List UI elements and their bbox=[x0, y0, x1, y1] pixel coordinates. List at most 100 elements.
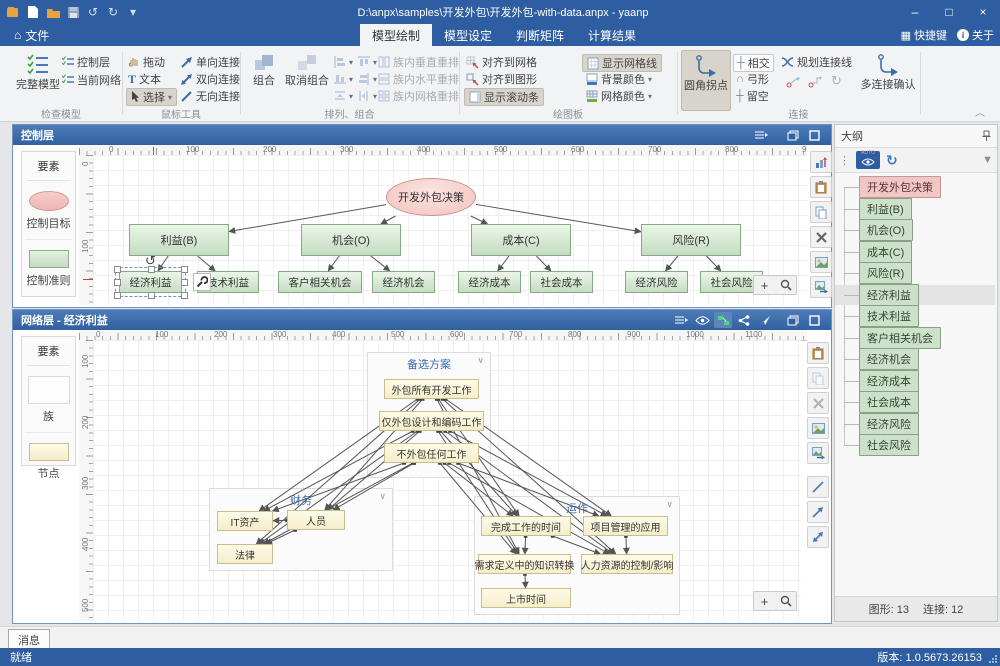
grid-color-button[interactable]: 网格颜色▾ bbox=[586, 88, 652, 104]
outline-item[interactable]: 利益(B) bbox=[835, 199, 995, 219]
outline-item[interactable]: 机会(O) bbox=[835, 220, 995, 240]
snap-to-shape-button[interactable]: 对齐到图形 bbox=[466, 71, 537, 87]
link-style-1-button[interactable] bbox=[786, 73, 802, 89]
cross-intersect-button[interactable]: ┼ 相交 bbox=[733, 54, 774, 72]
diagram-node-fa[interactable]: 法律 bbox=[217, 544, 273, 564]
chevron-down-icon[interactable]: ∨ bbox=[379, 491, 386, 502]
diagram-node-goal[interactable]: 开发外包决策 bbox=[386, 178, 476, 216]
selection-handle[interactable] bbox=[181, 292, 188, 299]
diagram-node-kh[interactable]: 客户相关机会 bbox=[278, 271, 362, 293]
show-gridlines-button[interactable]: 显示网格线 bbox=[582, 54, 662, 72]
draw-line-icon[interactable] bbox=[807, 476, 829, 498]
ungroup-button[interactable]: 取消组合 bbox=[284, 50, 330, 109]
auto-eye-button[interactable]: AUTO bbox=[856, 151, 880, 169]
group-button[interactable]: 组合 bbox=[246, 50, 282, 109]
about-button[interactable]: i 关于 bbox=[957, 27, 994, 43]
diagram-node-hr[interactable]: 人力资源的控制/影响 bbox=[581, 554, 673, 574]
tab-model-drawing[interactable]: 模型绘制 bbox=[360, 24, 432, 46]
refresh-icon[interactable]: ↻ bbox=[886, 152, 898, 169]
selection-handle[interactable] bbox=[181, 279, 188, 286]
outline-chip[interactable]: 客户相关机会 bbox=[859, 327, 941, 349]
outline-item[interactable]: 社会成本 bbox=[835, 392, 995, 412]
diagram-node-alt1[interactable]: 外包所有开发工作 bbox=[384, 379, 479, 399]
diagram-node-mkt[interactable]: 上市时间 bbox=[481, 588, 571, 608]
layers-menu-icon[interactable] bbox=[752, 127, 770, 143]
save-icon[interactable] bbox=[66, 5, 80, 19]
outline-chip[interactable]: 机会(O) bbox=[859, 219, 913, 241]
select-tool-button[interactable]: 选择 ▾ bbox=[126, 88, 177, 106]
ribbon-collapse-icon[interactable]: ︿ bbox=[975, 104, 985, 119]
control-canvas[interactable]: ↺ + 开发外包决策利益(B)机会(O)成本(C)风险(R)经济利益技术利益客户… bbox=[93, 155, 807, 305]
cluster-vertical-arrange-button[interactable]: 族内垂直重排 bbox=[378, 54, 459, 70]
undo-icon[interactable]: ↺ bbox=[86, 5, 100, 19]
diagram-node-jj[interactable]: 经济利益 bbox=[119, 271, 182, 293]
palette-item-cluster[interactable]: 族 bbox=[25, 376, 73, 433]
link-style-2-button[interactable] bbox=[808, 73, 824, 89]
selection-handle[interactable] bbox=[114, 292, 121, 299]
show-scrollbars-button[interactable]: 显示滚动条 bbox=[464, 88, 544, 106]
pointer-run-icon[interactable] bbox=[756, 312, 774, 328]
palette-item-node[interactable]: 节点 bbox=[25, 443, 73, 489]
open-file-icon[interactable] bbox=[46, 5, 60, 19]
diagram-node-alt3[interactable]: 不外包任何工作 bbox=[384, 443, 479, 463]
sort-priority-icon[interactable] bbox=[810, 151, 832, 173]
outline-chip[interactable]: 经济风险 bbox=[859, 413, 919, 435]
paste-icon[interactable] bbox=[807, 342, 829, 364]
minimize-button[interactable]: – bbox=[898, 0, 932, 24]
align-right-button[interactable]: ▾ bbox=[358, 71, 377, 87]
close-button[interactable]: × bbox=[966, 0, 1000, 24]
diagram-node-it[interactable]: IT资产 bbox=[217, 511, 273, 531]
delete-icon[interactable] bbox=[810, 226, 832, 248]
refresh-links-button[interactable]: ↻ bbox=[831, 73, 842, 89]
draw-double-arrow-icon[interactable] bbox=[807, 526, 829, 548]
outline-chip[interactable]: 社会成本 bbox=[859, 391, 919, 413]
chevron-down-icon[interactable]: ∨ bbox=[666, 499, 673, 510]
distribute-v-button[interactable]: ▾ bbox=[358, 88, 377, 104]
route-connector-button[interactable]: 规划连接线 bbox=[781, 54, 852, 70]
diagram-node-alt2[interactable]: 仅外包设计和编码工作 bbox=[379, 411, 484, 431]
arc-hop-button[interactable]: ∩ 弓形 bbox=[736, 71, 769, 87]
full-model-button[interactable]: 完整模型 bbox=[14, 50, 62, 109]
draw-arrow-icon[interactable] bbox=[807, 501, 829, 523]
one-way-link-button[interactable]: 单向连接 bbox=[180, 54, 240, 70]
pin-icon[interactable] bbox=[982, 130, 991, 142]
menu-dots-icon[interactable]: ⋮ bbox=[839, 154, 850, 167]
file-menu-button[interactable]: ⌂ 文件 bbox=[0, 24, 63, 46]
outline-item[interactable]: 技术利益 bbox=[835, 306, 995, 326]
align-left-button[interactable]: ▾ bbox=[334, 54, 353, 70]
multi-link-confirm-button[interactable]: 多连接确认 bbox=[860, 50, 916, 109]
diagram-node-ren[interactable]: 人员 bbox=[287, 510, 345, 530]
outline-item[interactable]: 经济机会 bbox=[835, 349, 995, 369]
align-bottom-button[interactable]: ▾ bbox=[334, 71, 353, 87]
outline-chip[interactable]: 风险(R) bbox=[859, 262, 912, 284]
drag-tool-button[interactable]: 拖动 bbox=[128, 54, 165, 70]
restore-window-icon[interactable] bbox=[784, 127, 802, 143]
image-icon[interactable] bbox=[807, 417, 829, 439]
maximize-window-icon[interactable] bbox=[805, 312, 823, 328]
outline-item[interactable]: 经济利益 bbox=[835, 285, 995, 305]
redo-icon[interactable]: ↻ bbox=[106, 5, 120, 19]
selection-handle[interactable] bbox=[148, 266, 155, 273]
copy-icon[interactable] bbox=[810, 201, 832, 223]
cluster-grid-arrange-button[interactable]: 族内网格重排 bbox=[378, 88, 459, 104]
outline-chip[interactable]: 利益(B) bbox=[859, 198, 912, 220]
distribute-h-button[interactable]: ▾ bbox=[334, 88, 353, 104]
delete-icon[interactable] bbox=[807, 392, 829, 414]
diagram-node-time[interactable]: 完成工作的时间 bbox=[481, 516, 571, 536]
resize-grip[interactable] bbox=[988, 654, 998, 664]
quickaccess-dropdown-icon[interactable]: ▾ bbox=[126, 5, 140, 19]
diagram-node-jh[interactable]: 经济机会 bbox=[372, 271, 435, 293]
snap-to-grid-button[interactable]: 对齐到网格 bbox=[466, 54, 537, 70]
outline-chip[interactable]: 经济成本 bbox=[859, 370, 919, 392]
layers-menu-icon[interactable] bbox=[672, 312, 690, 328]
diagram-node-b[interactable]: 利益(B) bbox=[129, 224, 229, 256]
palette-item-criterion[interactable]: 控制准则 bbox=[25, 250, 73, 296]
selection-handle[interactable] bbox=[181, 266, 188, 273]
outline-chip[interactable]: 技术利益 bbox=[859, 305, 919, 327]
outline-chip[interactable]: 经济机会 bbox=[859, 348, 919, 370]
magnifier-button[interactable] bbox=[775, 592, 796, 610]
maximize-window-icon[interactable] bbox=[805, 127, 823, 143]
outline-item[interactable]: 开发外包决策 bbox=[835, 177, 995, 197]
new-file-icon[interactable] bbox=[26, 5, 40, 19]
undirected-link-button[interactable]: 无向连接 bbox=[180, 88, 240, 104]
